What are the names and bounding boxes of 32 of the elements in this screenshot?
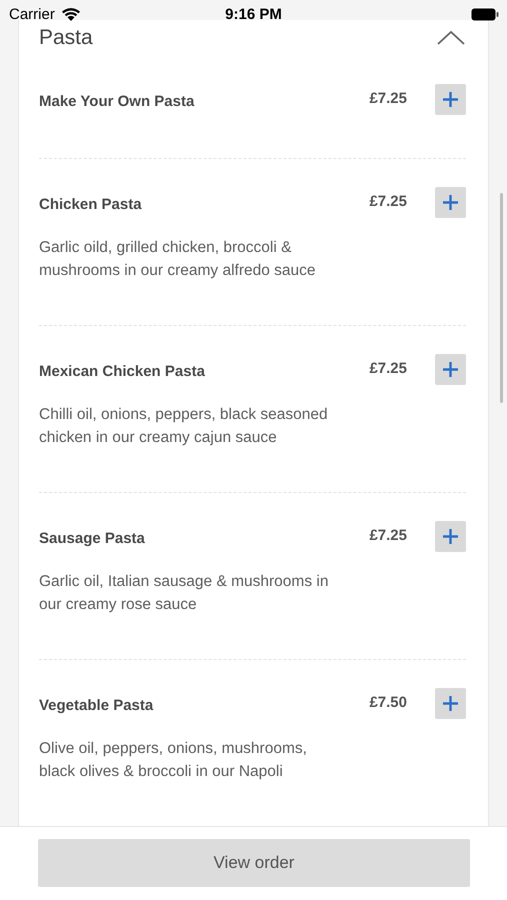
dish-description: Garlic oild, grilled chicken, broccoli & mushrooms in our creamy alfredo sauce [39, 238, 317, 280]
dish-price: £7.50 [369, 693, 407, 713]
add-button[interactable] [435, 521, 466, 552]
dish-name: Sausage Pasta [39, 529, 146, 549]
battery-icon [471, 8, 499, 20]
carrier-name: Carrier [9, 6, 55, 22]
dish-name: Mexican Chicken Pasta [39, 362, 206, 382]
clock-time: 9:16 PM [225, 6, 282, 22]
dish-price: £7.25 [369, 359, 407, 379]
add-button[interactable] [435, 354, 466, 385]
dish-description: Chilli oil, onions, peppers, black seasoned chicken in our creamy cajun sauce [39, 405, 329, 448]
chevron-icon [436, 30, 466, 46]
section-title: Pasta [39, 26, 94, 50]
plus-icon [442, 695, 459, 712]
add-button[interactable] [435, 84, 466, 115]
plus-icon [442, 528, 459, 545]
add-button[interactable] [435, 187, 466, 218]
plus-icon [442, 194, 459, 211]
plus-icon [442, 91, 459, 108]
plus-icon [442, 361, 459, 378]
collapse-button[interactable] [436, 30, 466, 46]
dish-name: Chicken Pasta [39, 195, 143, 215]
dish-name: Make Your Own Pasta [39, 92, 196, 112]
dish-description: Garlic oil, Italian sausage & mushrooms in our creamy rose sauce [39, 572, 329, 614]
wifi-icon [60, 7, 81, 21]
scroll-bar[interactable] [500, 193, 503, 403]
dish-price: £7.25 [369, 526, 407, 546]
dish-price: £7.25 [369, 192, 407, 212]
dish-description: Olive oil, peppers, onions, mushrooms, black olives & broccoli in our Napoli [39, 739, 308, 782]
dish-name: Vegetable Pasta [39, 696, 154, 716]
add-button[interactable] [435, 688, 466, 719]
dish-price: £7.25 [369, 89, 407, 109]
